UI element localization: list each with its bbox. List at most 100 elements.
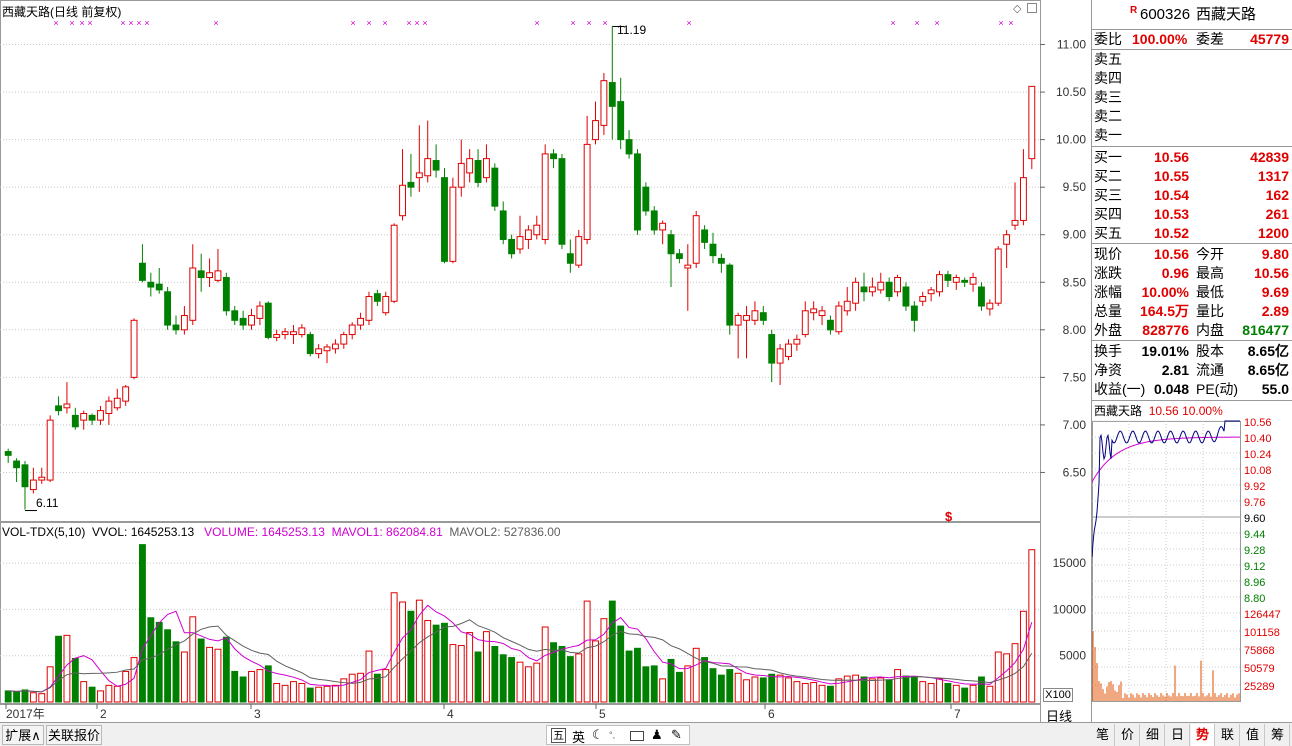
volume-bar xyxy=(80,681,88,703)
keyboard-icon[interactable] xyxy=(630,731,644,741)
candle-body xyxy=(583,143,591,240)
tab-7[interactable]: 筹 xyxy=(1266,724,1290,746)
candle-body xyxy=(659,222,667,231)
candle-body xyxy=(46,419,54,481)
candle-body xyxy=(29,479,37,491)
volume-bar xyxy=(768,673,776,703)
volume-bar xyxy=(105,684,113,703)
candle-body xyxy=(256,305,264,319)
volume-bar xyxy=(273,682,281,703)
candle-body xyxy=(734,315,742,326)
event-marker: × xyxy=(366,18,371,28)
candle-body xyxy=(650,210,658,231)
sell-row[interactable]: 卖一 xyxy=(1092,126,1292,145)
candle-body xyxy=(399,184,406,217)
candle-body xyxy=(1019,177,1027,221)
candle-body xyxy=(172,324,180,331)
candle-body xyxy=(533,224,541,236)
buy-row[interactable]: 买一 10.56 42839 xyxy=(1092,148,1292,167)
stat-value: 828776 xyxy=(1142,322,1189,338)
stock-code: 600326 xyxy=(1140,6,1191,23)
volume-bar xyxy=(306,687,314,703)
candle-body xyxy=(206,272,213,279)
ime-wubi-icon[interactable]: 五 xyxy=(551,728,566,743)
mini-price-tick-up: 10.24 xyxy=(1244,449,1272,461)
buy-volume: 1317 xyxy=(1257,168,1289,184)
punctuation-icon[interactable]: °, xyxy=(609,730,615,740)
event-marker: × xyxy=(602,18,607,28)
fund-value: 0.048 xyxy=(1153,381,1189,397)
candle-body xyxy=(969,277,977,285)
price-tick-label: 10.00 xyxy=(1056,133,1086,147)
candle-body xyxy=(692,215,700,264)
fund-value: 2.81 xyxy=(1161,362,1189,378)
mini-price-tick-up: 9.92 xyxy=(1244,481,1265,493)
buy-row[interactable]: 买三 10.54 162 xyxy=(1092,186,1292,205)
volume-bar xyxy=(323,685,331,703)
stat-label: 外盘 xyxy=(1094,322,1122,338)
sell-row[interactable]: 卖二 xyxy=(1092,107,1292,126)
tab-0[interactable]: 笔 xyxy=(1091,724,1115,746)
buy-row[interactable]: 买二 10.55 1317 xyxy=(1092,167,1292,186)
buy-row[interactable]: 买五 10.52 1200 xyxy=(1092,224,1292,243)
moon-icon[interactable]: ☾ xyxy=(592,727,604,743)
candle-body xyxy=(264,302,272,338)
tab-3[interactable]: 日 xyxy=(1166,724,1190,746)
buy-row[interactable]: 买四 10.53 261 xyxy=(1092,205,1292,224)
volume-bar xyxy=(432,624,440,703)
fund-label: 流通 xyxy=(1196,362,1224,378)
volume-bar xyxy=(642,666,650,703)
user-icon[interactable]: ♟ xyxy=(651,727,663,743)
candle-body xyxy=(910,305,918,321)
event-marker: × xyxy=(934,18,939,28)
tab-4[interactable]: 势 xyxy=(1191,724,1215,746)
sell-row[interactable]: 卖五 xyxy=(1092,50,1292,69)
candle-body xyxy=(885,281,893,298)
kline-chart[interactable]: 11.00 10.50 10.00 9.50 9.00 8.50 8.00 7.50 7.00 6… xyxy=(0,0,1091,722)
volume-bar xyxy=(608,600,616,703)
candle-body xyxy=(38,476,46,481)
sell-row[interactable]: 卖三 xyxy=(1092,88,1292,107)
candle-body xyxy=(449,186,457,262)
tab-5[interactable]: 联 xyxy=(1216,724,1240,746)
volume-bar xyxy=(634,647,641,703)
date-label: 2017年 xyxy=(6,707,45,721)
buy-price: 10.53 xyxy=(1154,206,1190,222)
volume-bar xyxy=(441,622,448,703)
mini-pct: 10.00% xyxy=(1182,404,1223,418)
intraday-mini-chart[interactable]: 10.56 10.40 10.24 10.08 9.92 9.76 9.60 9.44 9.28… xyxy=(1092,401,1292,721)
event-marker: × xyxy=(128,18,133,28)
mavol1-value: MAVOL1: 862084.81 xyxy=(331,525,443,539)
tab-1[interactable]: 价 xyxy=(1116,724,1140,746)
volume-bar xyxy=(709,668,717,703)
stat-label: 涨幅 xyxy=(1094,284,1122,300)
mini-price-tick-up: 10.40 xyxy=(1244,433,1272,445)
tab-2[interactable]: 细 xyxy=(1141,724,1165,746)
candle-body xyxy=(608,82,616,107)
ime-english-icon[interactable]: 英 xyxy=(572,727,585,746)
event-marker: × xyxy=(890,18,895,28)
volume-bar xyxy=(717,674,725,703)
indicator-name[interactable]: VOL-TDX(5,10) xyxy=(2,525,85,539)
mini-vol-tick: 126447 xyxy=(1244,609,1281,621)
volume-bar xyxy=(348,673,356,703)
buy-level-label: 买四 xyxy=(1094,206,1122,222)
volume-bar xyxy=(810,682,818,703)
volume-bar xyxy=(575,653,583,703)
related-quotes-button[interactable]: 关联报价 xyxy=(46,725,102,745)
diamond-icon[interactable]: ◇ xyxy=(1013,2,1021,15)
candle-body xyxy=(575,236,583,266)
wrench-icon[interactable]: ✎ xyxy=(671,727,682,743)
sell-row[interactable]: 卖四 xyxy=(1092,69,1292,88)
tab-6[interactable]: 值 xyxy=(1241,724,1265,746)
volume-bar xyxy=(743,679,750,703)
volume-bar xyxy=(97,690,104,703)
candle-body xyxy=(499,210,507,240)
expand-button[interactable]: 扩展∧ xyxy=(2,725,44,745)
volume-bar xyxy=(365,650,373,703)
candle-body xyxy=(810,308,818,314)
event-marker: × xyxy=(570,18,575,28)
candle-body xyxy=(894,277,901,293)
volume-bar xyxy=(927,682,935,703)
maximize-icon[interactable] xyxy=(1027,3,1037,13)
